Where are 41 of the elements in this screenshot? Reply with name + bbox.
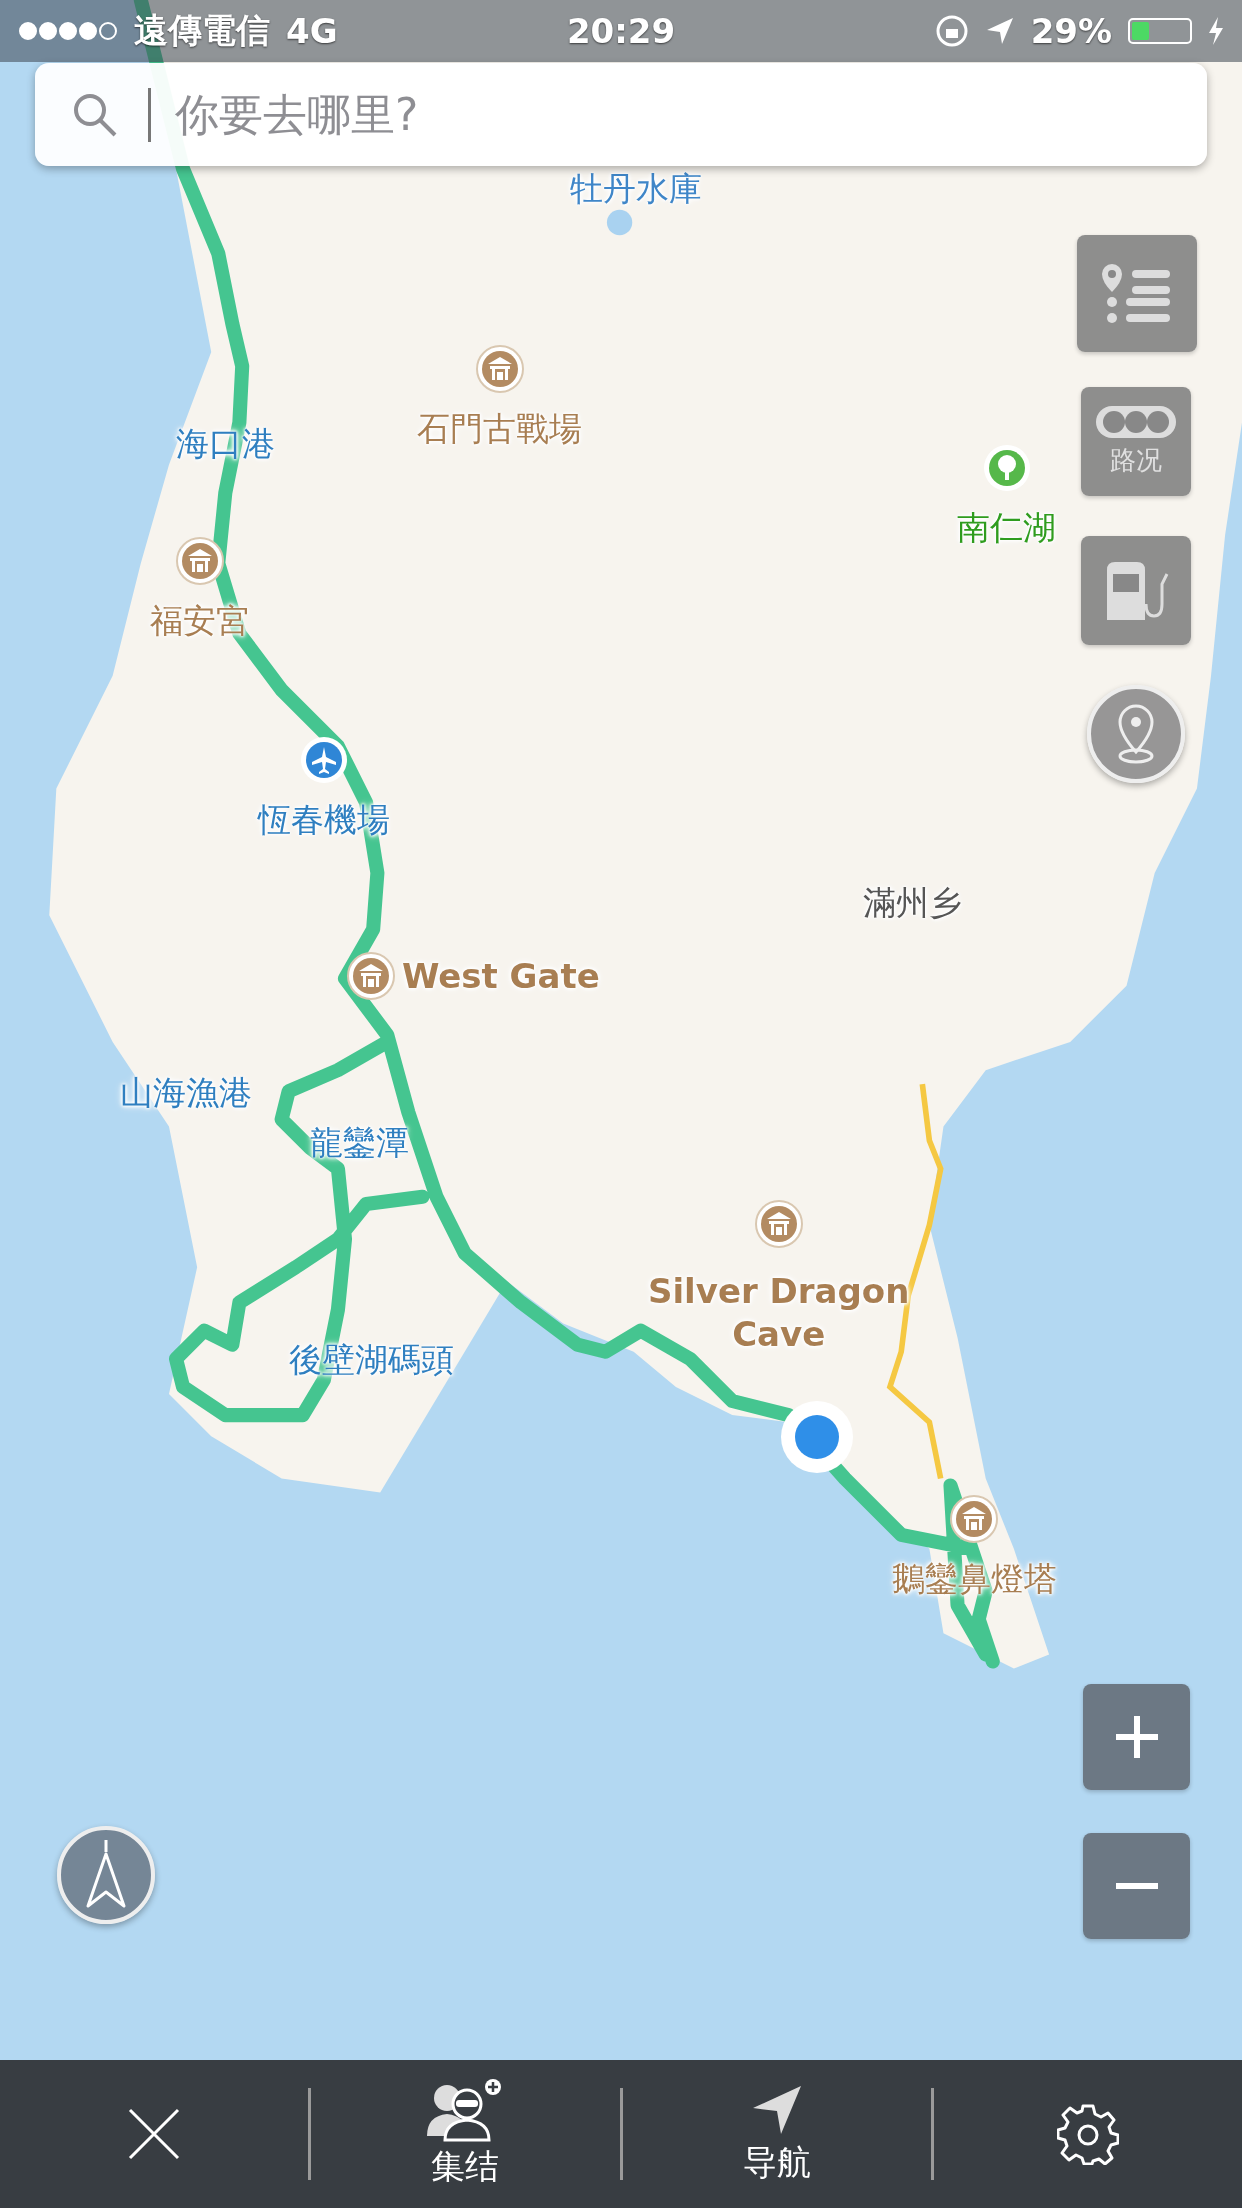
zoom-in-button[interactable]: [1083, 1684, 1190, 1790]
map-label: 石門古戰場: [417, 408, 583, 451]
settings-icon: [1056, 2103, 1119, 2165]
poi-list-button[interactable]: [1077, 235, 1197, 352]
map-label: 南仁湖: [957, 507, 1057, 549]
airplane-icon: [298, 734, 349, 785]
charging-icon: [1208, 17, 1224, 45]
tree-icon: [981, 443, 1032, 494]
map-label: West Gate: [401, 954, 600, 998]
map-label: Silver Dragon Cave: [646, 1269, 911, 1355]
pin-list-icon: [1102, 263, 1172, 324]
text-cursor: [148, 88, 151, 142]
map-label: 龍鑾潭: [309, 1122, 409, 1165]
navigate-button[interactable]: 导航: [732, 2078, 821, 2190]
temple-icon: [345, 950, 396, 1001]
search-icon: [72, 92, 118, 138]
close-icon: [127, 2107, 182, 2161]
temple-icon: [753, 1199, 804, 1250]
battery-icon: [1128, 18, 1192, 44]
zoom-out-button[interactable]: [1083, 1833, 1190, 1939]
rotation-lock-icon: [934, 14, 969, 48]
north-arrow-icon: [84, 1840, 128, 1910]
plus-icon: [1113, 1714, 1160, 1760]
signal-icon: [18, 21, 118, 41]
search-field[interactable]: 你要去哪里?: [35, 63, 1207, 166]
temple-icon: [474, 344, 525, 395]
minus-icon: [1113, 1882, 1160, 1890]
network-type: 4G: [286, 11, 338, 51]
temple-icon: [949, 1493, 1000, 1544]
map-label: 福安宮: [150, 600, 250, 642]
gas-station-button[interactable]: [1081, 536, 1191, 645]
map-label: 山海漁港: [119, 1072, 252, 1114]
map-label: 牡丹水庫: [570, 168, 703, 210]
rally-button[interactable]: 集结: [415, 2074, 516, 2194]
traffic-light-icon: [1095, 405, 1177, 439]
clock-time: 20:29: [566, 11, 676, 51]
map-label: 滿州乡: [863, 882, 962, 924]
battery-percentage: 29%: [1030, 11, 1112, 51]
carrier-name: 遠傳電信: [134, 9, 270, 52]
temple-icon: [174, 536, 225, 586]
reservoir-area: [606, 209, 633, 236]
